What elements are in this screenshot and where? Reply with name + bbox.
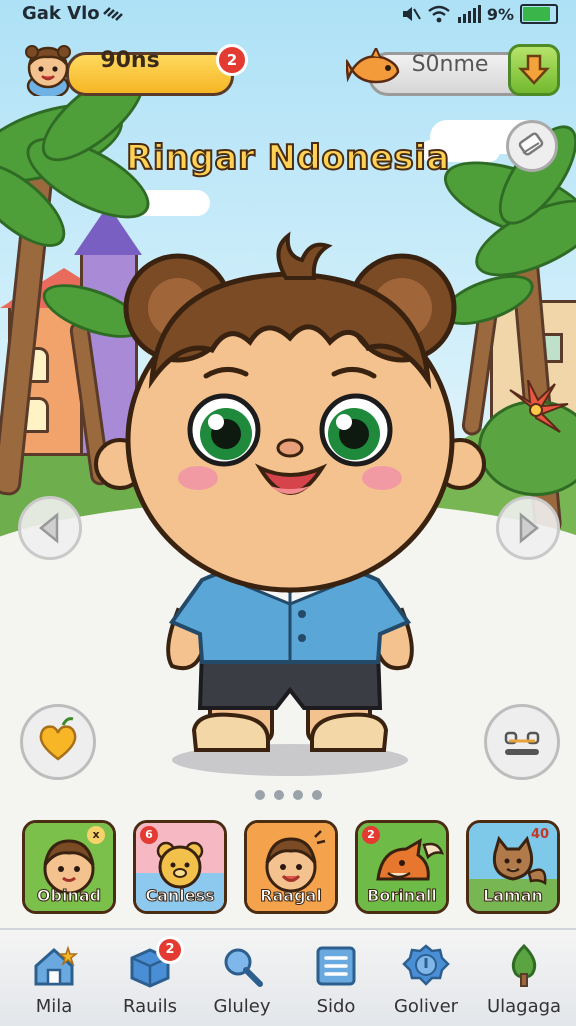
chevron-right-icon <box>519 512 539 544</box>
character-avatar[interactable] <box>90 230 490 790</box>
mute-icon <box>402 7 421 21</box>
coins-value: S0nme <box>411 52 489 77</box>
player-hud[interactable]: 90ns 2 <box>20 40 248 98</box>
badge-icon <box>402 944 450 986</box>
next-arrow-button[interactable] <box>496 496 560 560</box>
tab-label: Ulagaga <box>486 996 562 1017</box>
status-icons: 9% <box>401 4 558 24</box>
bottom-tab-bar: Mila 2 Rauils Gluley Sido Goliver Ulagag… <box>0 928 576 1026</box>
download-arrow-icon <box>518 54 550 85</box>
carousel-dot[interactable] <box>273 790 284 800</box>
tab-label: Rauils <box>123 996 177 1017</box>
fish-icon <box>346 48 400 84</box>
card-badge: 40 <box>530 827 550 842</box>
battery-fill <box>523 7 550 21</box>
carousel-dots <box>0 790 576 800</box>
battery-icon <box>520 4 558 24</box>
tab-goliver[interactable]: Goliver <box>378 936 474 1022</box>
previous-arrow-button[interactable] <box>18 496 82 560</box>
coins-hud: S0nme <box>346 44 560 98</box>
chevron-left-icon <box>39 512 59 544</box>
tab-ulagaga[interactable]: Ulagaga <box>476 936 572 1022</box>
signal-icon <box>457 5 481 23</box>
tab-label: Mila <box>35 996 73 1017</box>
list-icon <box>316 946 356 986</box>
carousel-dot[interactable] <box>254 790 265 800</box>
page-title: Ringar Ndonesia <box>125 137 450 179</box>
character-card-3[interactable]: Raagal <box>244 820 338 914</box>
tab-label: Gluley <box>213 996 271 1017</box>
character-card-4[interactable]: 2 Borinall <box>355 820 449 914</box>
card-label: Laman <box>483 886 544 906</box>
card-label: Obinad <box>36 886 102 906</box>
player-value: 90ns <box>100 48 160 73</box>
tab-badge: 2 <box>156 936 184 964</box>
tree-icon <box>511 943 537 987</box>
card-label: Raagal <box>260 886 323 906</box>
status-app-label: Gak Vlo <box>22 3 100 24</box>
status-bar: Gak Vlo 9% <box>0 0 576 30</box>
character-card-2[interactable]: 6 Canless <box>133 820 227 914</box>
wave-icon <box>103 7 123 21</box>
tab-label: Sido <box>316 996 356 1017</box>
notification-badge: 2 <box>216 44 248 76</box>
wifi-icon <box>428 5 450 23</box>
home-icon <box>34 945 78 986</box>
character-card-5[interactable]: 40 Laman <box>466 820 560 914</box>
battery-percent: 9% <box>486 4 514 24</box>
tab-mila[interactable]: Mila <box>6 936 102 1022</box>
carousel-dot[interactable] <box>292 790 303 800</box>
magnifier-icon <box>224 948 263 987</box>
flower-icon <box>509 380 569 433</box>
card-badge: 2 <box>362 826 380 844</box>
heart-button[interactable] <box>20 704 96 780</box>
heart-icon <box>39 717 77 761</box>
tab-gluley[interactable]: Gluley <box>194 936 290 1022</box>
tab-label: Goliver <box>393 996 459 1017</box>
carousel-dot[interactable] <box>311 790 322 800</box>
tab-rauils[interactable]: 2 Rauils <box>102 936 198 1022</box>
character-cards: x Obinad 6 Canless Raagal 2 Borinall 40 … <box>0 820 576 914</box>
toggle-settings-icon <box>504 731 540 755</box>
settings-button[interactable] <box>484 704 560 780</box>
card-badge: x <box>87 826 105 844</box>
character-card-1[interactable]: x Obinad <box>22 820 116 914</box>
card-badge: 6 <box>140 826 158 844</box>
player-avatar[interactable] <box>20 40 76 96</box>
card-label: Canless <box>145 886 215 906</box>
card-label: Borinall <box>367 886 438 906</box>
tab-sido[interactable]: Sido <box>288 936 384 1022</box>
coins-add-button[interactable] <box>508 44 560 96</box>
